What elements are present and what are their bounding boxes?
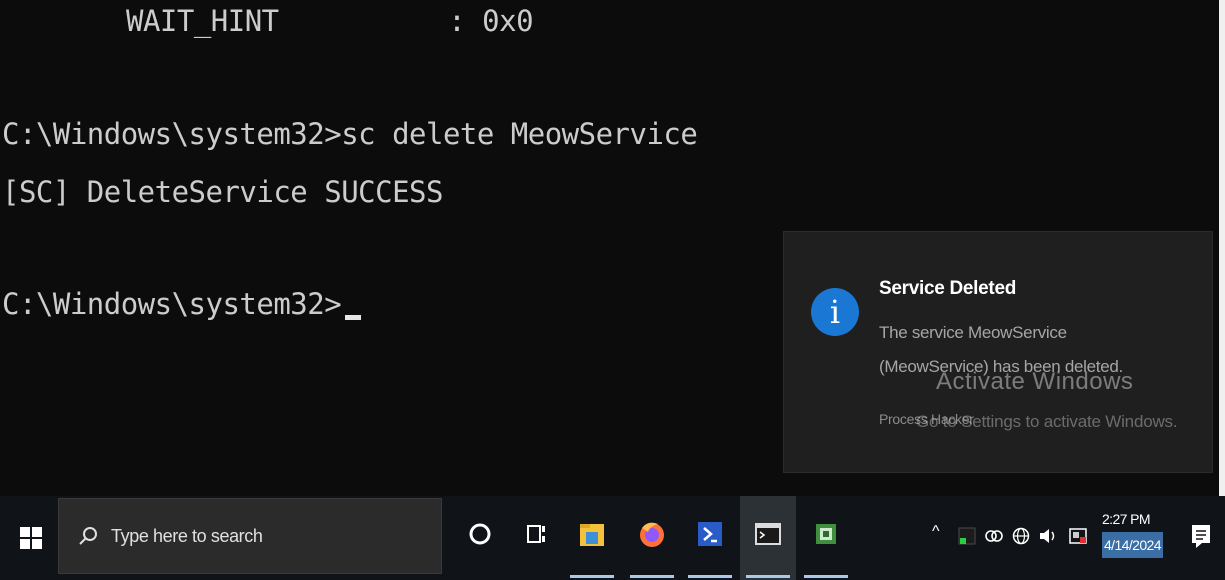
- cortana-button[interactable]: [452, 496, 508, 580]
- file-explorer-button[interactable]: [564, 496, 620, 580]
- powershell-icon: [698, 522, 722, 546]
- running-indicator: [746, 575, 790, 578]
- windows-logo-icon: [20, 527, 42, 549]
- clock-date: 4/14/2024: [1102, 532, 1163, 558]
- task-view-icon: [527, 525, 545, 543]
- taskbar-clock[interactable]: 2:27 PM 4/14/2024: [1102, 506, 1172, 558]
- desktop-screen: WAIT_HINT : 0x0 C:\Windows\system32>sc d…: [0, 0, 1225, 580]
- console-prompt[interactable]: C:\Windows\system32>: [2, 287, 362, 321]
- running-indicator: [630, 575, 674, 578]
- taskbar: Type here to search ^ 2:27 PM 4/14/2024: [0, 496, 1225, 580]
- activate-windows-watermark-title: Activate Windows: [936, 368, 1134, 395]
- console-line-wait-hint: WAIT_HINT : 0x0: [126, 4, 534, 38]
- toast-notification[interactable]: i Service Deleted The service MeowServic…: [784, 232, 1212, 472]
- show-hidden-icons-chevron-icon[interactable]: ^: [932, 523, 952, 543]
- process-hacker-icon: [816, 524, 836, 544]
- command-prompt-button[interactable]: [740, 496, 796, 580]
- task-view-button[interactable]: [508, 496, 564, 580]
- tray-app-icon[interactable]: [957, 526, 977, 546]
- file-explorer-icon: [580, 524, 604, 546]
- activate-windows-watermark-subtitle: Go to Settings to activate Windows.: [916, 412, 1178, 431]
- powershell-button[interactable]: [682, 496, 738, 580]
- taskbar-search-box[interactable]: Type here to search: [58, 498, 442, 574]
- network-globe-icon[interactable]: [1011, 526, 1031, 546]
- running-indicator: [570, 575, 614, 578]
- console-cursor: [345, 315, 362, 320]
- start-button[interactable]: [0, 496, 58, 580]
- process-hacker-button[interactable]: [798, 496, 854, 580]
- action-center-button[interactable]: [1178, 496, 1225, 580]
- search-icon: [79, 527, 97, 545]
- console-prompt-text: C:\Windows\system32>: [2, 287, 342, 321]
- clock-time: 2:27 PM: [1102, 511, 1151, 527]
- firefox-button[interactable]: [624, 496, 680, 580]
- running-indicator: [804, 575, 848, 578]
- console-line-command: C:\Windows\system32>sc delete MeowServic…: [2, 117, 698, 151]
- cortana-icon: [469, 523, 491, 545]
- tray-process-hacker-icon[interactable]: [1068, 526, 1088, 546]
- command-prompt-icon: [755, 523, 781, 545]
- volume-icon[interactable]: [1038, 526, 1058, 546]
- running-indicator: [688, 575, 732, 578]
- info-icon: i: [811, 288, 859, 336]
- notification-icon: [1192, 525, 1210, 548]
- search-placeholder: Type here to search: [111, 526, 263, 546]
- firefox-icon: [640, 522, 664, 547]
- toast-title: Service Deleted: [879, 278, 1017, 299]
- console-line-result: [SC] DeleteService SUCCESS: [2, 175, 443, 209]
- tray-device-icon[interactable]: [984, 526, 1004, 546]
